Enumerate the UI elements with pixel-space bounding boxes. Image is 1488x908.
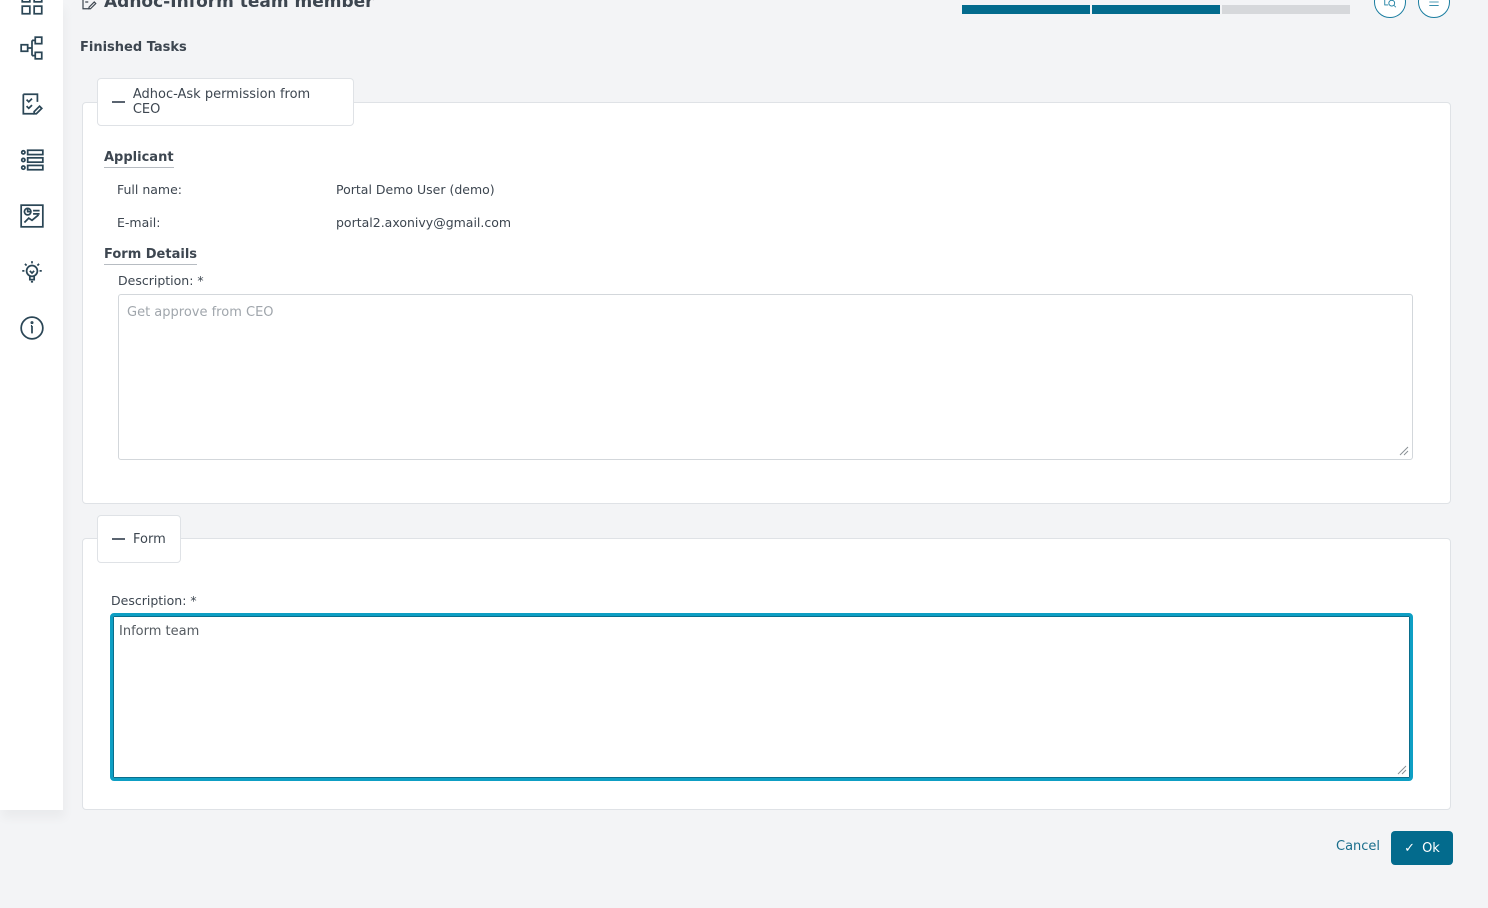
cancel-button[interactable]: Cancel [1336,839,1380,854]
task-progress-bar [962,5,1350,14]
check-icon: ✓ [1404,840,1416,856]
collapse-icon [112,101,125,103]
cases-icon[interactable] [18,146,46,174]
page-title: Adhoc-Inform team member [80,0,374,12]
description-input-value: Inform team [119,624,200,639]
full-name-value: Portal Demo User (demo) [336,182,495,197]
process-icon[interactable] [18,34,46,62]
finished-task-toggle[interactable]: Adhoc-Ask permission from CEO [97,78,354,126]
menu-button[interactable] [1418,0,1450,18]
form-details-title: Form Details [104,247,198,265]
edit-form-icon [82,0,97,10]
full-name-label: Full name: [117,182,183,197]
resize-grip-icon[interactable] [1397,444,1409,456]
ok-button-label: Ok [1422,840,1440,856]
finished-description-value: Get approve from CEO [127,305,274,320]
progress-step-3 [1222,5,1350,14]
lightbulb-icon[interactable] [18,258,46,286]
case-details-icon [1384,0,1397,8]
form-description-label-text: Description: [111,593,187,608]
case-details-button[interactable] [1374,0,1406,18]
finished-description-label-text: Description: [118,273,194,288]
description-textarea[interactable]: Inform team [110,613,1413,781]
form-tab-label: Form [133,531,166,547]
finished-tasks-heading: Finished Tasks [80,40,187,55]
tasks-icon[interactable] [18,90,46,118]
form-toggle[interactable]: Form [97,515,181,563]
dashboard-icon[interactable] [18,0,46,18]
statistics-icon[interactable] [18,202,46,230]
finished-task-tab-label: Adhoc-Ask permission from CEO [132,87,311,117]
info-icon[interactable] [18,314,46,342]
required-mark: * [190,593,197,608]
required-mark: * [197,273,204,288]
page-title-text: Adhoc-Inform team member [104,0,374,12]
form-description-label: Description: * [111,593,197,608]
email-value: portal2.axonivy@gmail.com [336,215,512,230]
finished-description-label: Description: * [118,273,204,288]
ok-button[interactable]: ✓ Ok [1391,831,1453,865]
progress-step-1 [962,5,1090,14]
sidebar [0,0,63,810]
menu-icon [1429,1,1439,6]
collapse-icon [112,538,125,540]
progress-step-2 [1092,5,1220,14]
finished-description-textarea: Get approve from CEO [118,294,1413,460]
email-label: E-mail: [117,215,161,230]
resize-grip-icon[interactable] [1395,763,1407,775]
applicant-title: Applicant [104,150,174,168]
